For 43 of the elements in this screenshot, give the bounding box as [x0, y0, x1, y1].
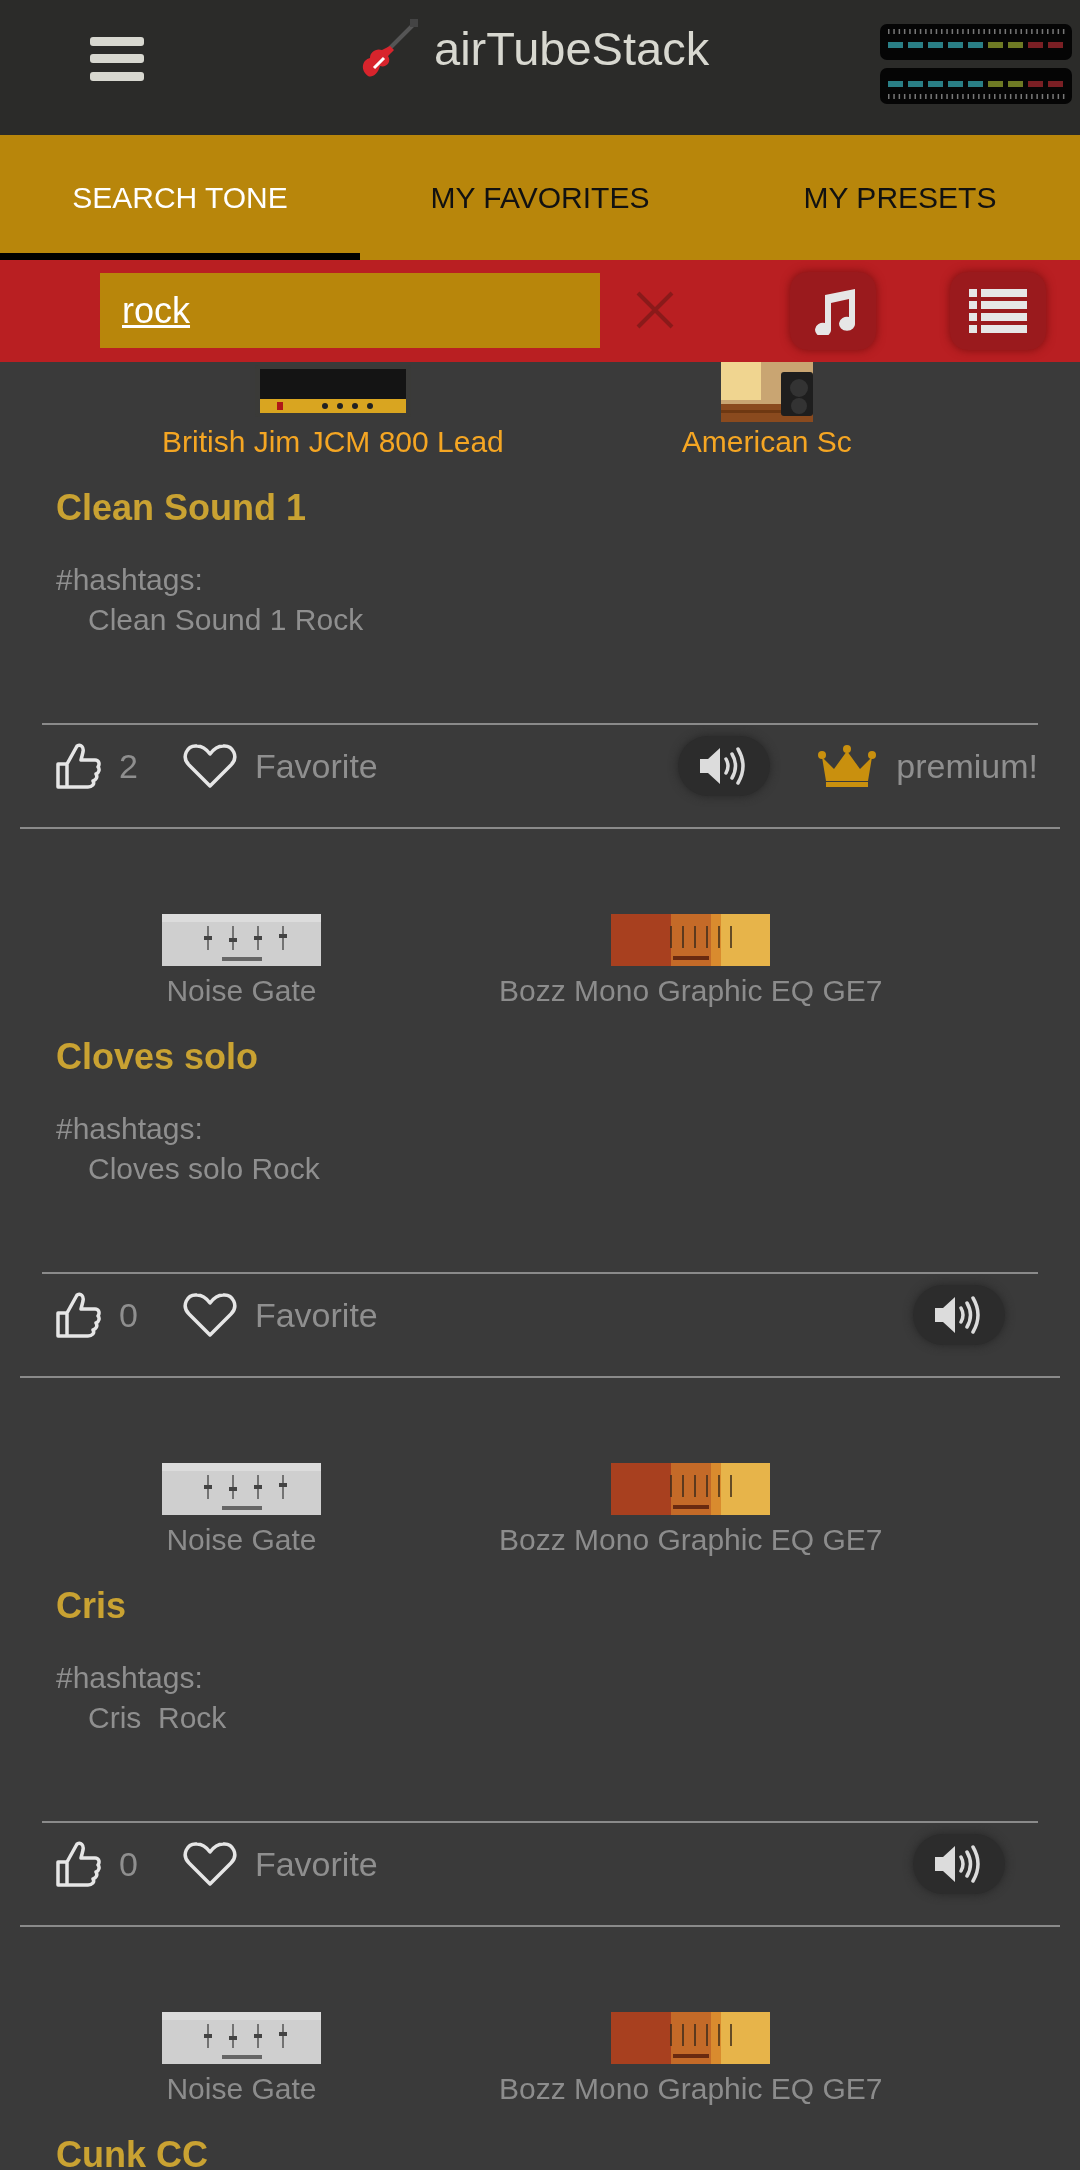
heart-icon[interactable]: [182, 1292, 237, 1338]
device-name[interactable]: Noise Gate: [166, 971, 317, 1011]
crown-icon: [818, 745, 877, 787]
tab[interactable]: MY FAVORITES: [360, 135, 720, 260]
list-button[interactable]: [950, 272, 1046, 350]
favorite-label[interactable]: Favorite: [254, 1289, 378, 1341]
heart-icon[interactable]: [182, 743, 237, 789]
favorite-label[interactable]: Favorite: [254, 740, 378, 792]
preset-title[interactable]: Cunk CC: [56, 2133, 1080, 2170]
device-name[interactable]: Bozz Mono Graphic EQ GE7: [499, 2069, 883, 2109]
list-icon: [969, 289, 1027, 333]
level-meter-icon: [880, 24, 1072, 104]
device-name[interactable]: Noise Gate: [166, 2069, 317, 2109]
device-name[interactable]: American Sc: [681, 422, 852, 462]
play-button[interactable]: [678, 736, 771, 796]
menu-icon[interactable]: [90, 37, 144, 81]
like-count: 0: [119, 1294, 138, 1336]
hashtags-label: #hashtags:: [56, 1111, 204, 1147]
thumbs-up-icon[interactable]: [55, 1291, 101, 1339]
music-button[interactable]: [790, 272, 876, 350]
hashtags: Cris Rock: [87, 1700, 228, 1736]
thumbs-up-icon[interactable]: [55, 742, 101, 790]
guitar-icon: [360, 18, 420, 78]
hashtags: Clean Sound 1 Rock: [87, 602, 365, 638]
hashtags-label: #hashtags:: [56, 562, 204, 598]
device-name[interactable]: British Jim JCM 800 Lead: [162, 422, 504, 462]
heart-icon[interactable]: [182, 1841, 237, 1887]
device-name[interactable]: Bozz Mono Graphic EQ GE7: [499, 1520, 883, 1560]
device-name[interactable]: Noise Gate: [166, 1520, 317, 1560]
tab[interactable]: MY PRESETS: [720, 135, 1080, 260]
search-field[interactable]: rock: [100, 273, 600, 348]
preset-title[interactable]: Cloves solo: [56, 1035, 1080, 1079]
preset-title[interactable]: Cris: [56, 1584, 1080, 1628]
like-count: 2: [119, 745, 138, 787]
thumbs-up-icon[interactable]: [55, 1840, 101, 1888]
premium-label: premium!: [896, 745, 1038, 787]
hashtags-label: #hashtags:: [56, 1660, 204, 1696]
app-title: airTubeStack: [434, 24, 710, 72]
favorite-label[interactable]: Favorite: [254, 1838, 378, 1890]
preset-title[interactable]: Clean Sound 1: [56, 486, 1080, 530]
device-name[interactable]: Bozz Mono Graphic EQ GE7: [499, 971, 883, 1011]
hashtags: Cloves solo Rock: [87, 1151, 321, 1187]
like-count: 0: [119, 1843, 138, 1885]
